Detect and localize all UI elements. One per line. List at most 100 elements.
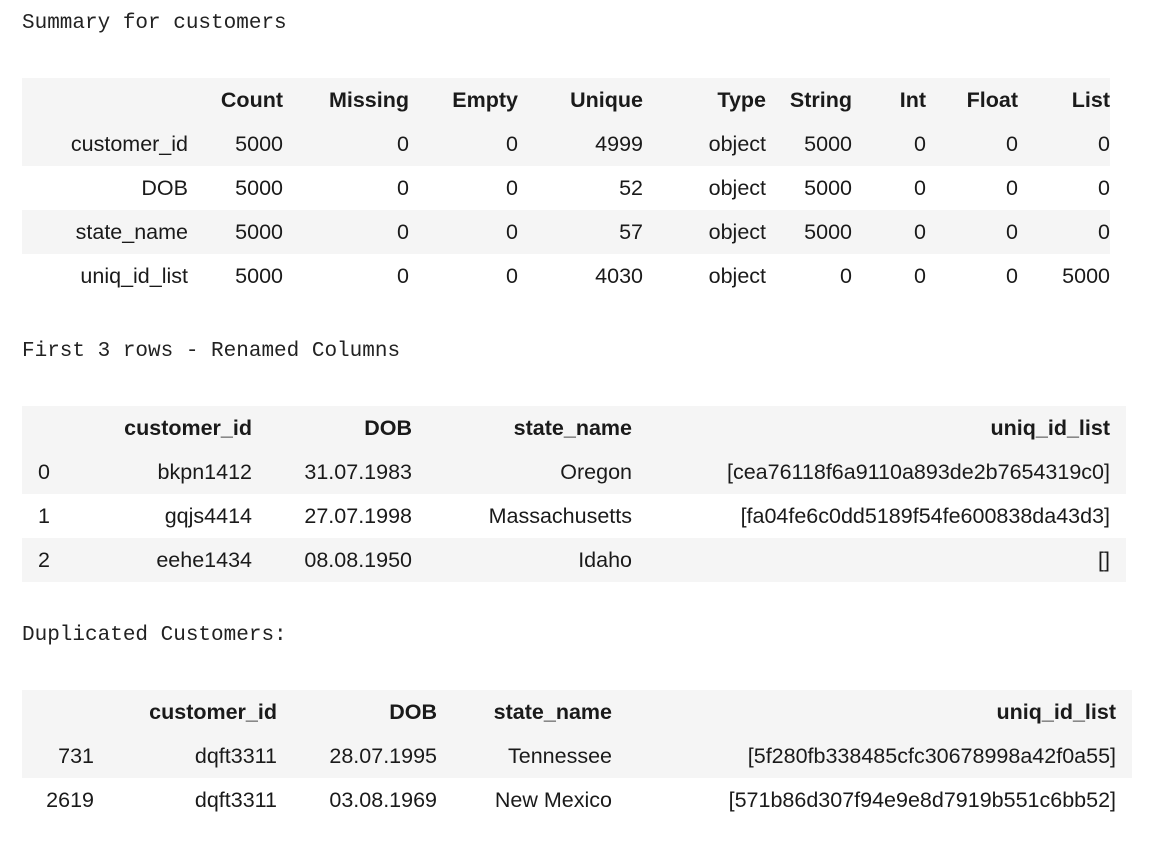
first-rows-header-customer-id: customer_id — [70, 406, 252, 450]
table-row: 731 dqft3311 28.07.1995 Tennessee [5f280… — [22, 734, 1132, 778]
table-row: DOB 5000 0 0 52 object 5000 0 0 0 — [22, 166, 1110, 210]
cell-state-name: Oregon — [412, 450, 632, 494]
cell-missing: 0 — [283, 122, 409, 166]
cell-customer-id: gqjs4414 — [70, 494, 252, 538]
duplicates-header-uniq-id-list: uniq_id_list — [612, 690, 1132, 734]
cell-state-name: Tennessee — [437, 734, 612, 778]
cell-customer-id: bkpn1412 — [70, 450, 252, 494]
cell-dob: 08.08.1950 — [252, 538, 412, 582]
cell-list: 5000 — [1018, 254, 1110, 298]
cell-customer-id: dqft3311 — [94, 778, 277, 822]
cell-state-name: Massachusetts — [412, 494, 632, 538]
row-index: 2 — [22, 538, 70, 582]
cell-customer-id: dqft3311 — [94, 734, 277, 778]
cell-dob: 28.07.1995 — [277, 734, 437, 778]
summary-header-empty: Empty — [409, 78, 518, 122]
cell-unique: 4030 — [518, 254, 643, 298]
summary-header-string: String — [766, 78, 852, 122]
cell-uniq-id-list: [fa04fe6c0dd5189f54fe600838da43d3] — [632, 494, 1126, 538]
first-rows-header-index — [22, 406, 70, 450]
cell-list: 0 — [1018, 166, 1110, 210]
cell-uniq-id-list: [5f280fb338485cfc30678998a42f0a55] — [612, 734, 1132, 778]
summary-header-index — [22, 78, 188, 122]
cell-empty: 0 — [409, 254, 518, 298]
summary-header-float: Float — [926, 78, 1018, 122]
table-row: 1 gqjs4414 27.07.1998 Massachusetts [fa0… — [22, 494, 1126, 538]
cell-dob: 03.08.1969 — [277, 778, 437, 822]
summary-caption: Summary for customers — [22, 12, 287, 35]
cell-string: 0 — [766, 254, 852, 298]
cell-unique: 57 — [518, 210, 643, 254]
summary-header-row: Count Missing Empty Unique Type String I… — [22, 78, 1110, 122]
summary-header-missing: Missing — [283, 78, 409, 122]
cell-count: 5000 — [188, 166, 283, 210]
summary-header-unique: Unique — [518, 78, 643, 122]
row-label: customer_id — [22, 122, 188, 166]
duplicates-header-state-name: state_name — [437, 690, 612, 734]
cell-float: 0 — [926, 166, 1018, 210]
summary-header-list: List — [1018, 78, 1110, 122]
cell-uniq-id-list: [cea76118f6a9110a893de2b7654319c0] — [632, 450, 1126, 494]
duplicates-table: customer_id DOB state_name uniq_id_list … — [22, 690, 1132, 822]
cell-type: object — [643, 254, 766, 298]
cell-missing: 0 — [283, 210, 409, 254]
cell-int: 0 — [852, 254, 926, 298]
cell-list: 0 — [1018, 210, 1110, 254]
cell-missing: 0 — [283, 254, 409, 298]
cell-int: 0 — [852, 166, 926, 210]
row-label: state_name — [22, 210, 188, 254]
table-row: uniq_id_list 5000 0 0 4030 object 0 0 0 … — [22, 254, 1110, 298]
cell-string: 5000 — [766, 122, 852, 166]
row-label: uniq_id_list — [22, 254, 188, 298]
cell-list: 0 — [1018, 122, 1110, 166]
cell-float: 0 — [926, 122, 1018, 166]
first-rows-header-dob: DOB — [252, 406, 412, 450]
first-rows-caption: First 3 rows - Renamed Columns — [22, 340, 401, 363]
first-rows-table: customer_id DOB state_name uniq_id_list … — [22, 406, 1126, 582]
cell-customer-id: eehe1434 — [70, 538, 252, 582]
cell-type: object — [643, 166, 766, 210]
summary-header-count: Count — [188, 78, 283, 122]
first-rows-header-state-name: state_name — [412, 406, 632, 450]
cell-type: object — [643, 210, 766, 254]
table-row: 0 bkpn1412 31.07.1983 Oregon [cea76118f6… — [22, 450, 1126, 494]
row-index: 2619 — [22, 778, 94, 822]
duplicates-header-dob: DOB — [277, 690, 437, 734]
row-index: 731 — [22, 734, 94, 778]
cell-empty: 0 — [409, 122, 518, 166]
cell-count: 5000 — [188, 254, 283, 298]
cell-type: object — [643, 122, 766, 166]
summary-header-int: Int — [852, 78, 926, 122]
table-row: 2 eehe1434 08.08.1950 Idaho [] — [22, 538, 1126, 582]
cell-dob: 27.07.1998 — [252, 494, 412, 538]
cell-state-name: Idaho — [412, 538, 632, 582]
first-rows-header-uniq-id-list: uniq_id_list — [632, 406, 1126, 450]
cell-state-name: New Mexico — [437, 778, 612, 822]
cell-float: 0 — [926, 210, 1018, 254]
table-row: 2619 dqft3311 03.08.1969 New Mexico [571… — [22, 778, 1132, 822]
first-rows-header-row: customer_id DOB state_name uniq_id_list — [22, 406, 1126, 450]
table-row: customer_id 5000 0 0 4999 object 5000 0 … — [22, 122, 1110, 166]
row-index: 0 — [22, 450, 70, 494]
duplicates-header-row: customer_id DOB state_name uniq_id_list — [22, 690, 1132, 734]
cell-string: 5000 — [766, 210, 852, 254]
cell-float: 0 — [926, 254, 1018, 298]
duplicates-header-customer-id: customer_id — [94, 690, 277, 734]
cell-int: 0 — [852, 122, 926, 166]
duplicates-caption: Duplicated Customers: — [22, 624, 287, 647]
cell-dob: 31.07.1983 — [252, 450, 412, 494]
cell-count: 5000 — [188, 122, 283, 166]
cell-unique: 4999 — [518, 122, 643, 166]
cell-string: 5000 — [766, 166, 852, 210]
table-row: state_name 5000 0 0 57 object 5000 0 0 0 — [22, 210, 1110, 254]
cell-count: 5000 — [188, 210, 283, 254]
cell-uniq-id-list: [] — [632, 538, 1126, 582]
cell-empty: 0 — [409, 210, 518, 254]
cell-int: 0 — [852, 210, 926, 254]
duplicates-header-index — [22, 690, 94, 734]
cell-uniq-id-list: [571b86d307f94e9e8d7919b551c6bb52] — [612, 778, 1132, 822]
summary-header-type: Type — [643, 78, 766, 122]
row-index: 1 — [22, 494, 70, 538]
cell-empty: 0 — [409, 166, 518, 210]
cell-missing: 0 — [283, 166, 409, 210]
